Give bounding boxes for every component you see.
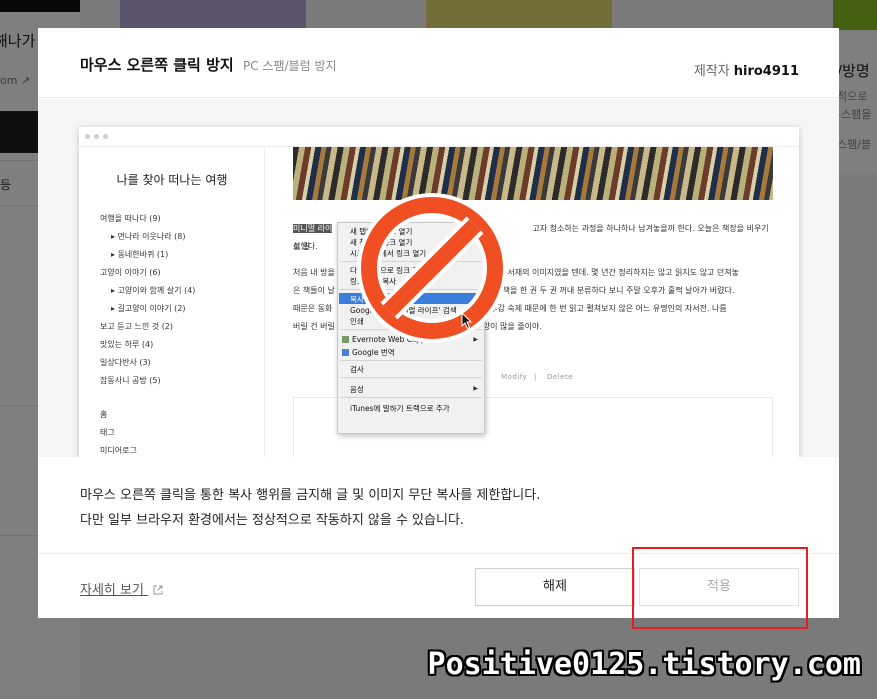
mouse-cursor-icon <box>461 312 473 330</box>
google-translate-icon <box>342 349 349 356</box>
nav-item: 태그 <box>100 428 115 437</box>
category-item: 맛있는 하루 (4) <box>100 340 154 349</box>
evernote-icon <box>342 336 349 343</box>
menu-separator <box>340 360 482 361</box>
description-line: 마우스 오른쪽 클릭을 통한 복사 행위를 금지해 글 및 이미지 무단 복사를… <box>80 488 541 503</box>
prohibited-icon <box>357 193 507 343</box>
nav-item: 홈 <box>100 410 108 419</box>
category-item: 잡동사니 공방 (5) <box>100 376 161 385</box>
blog-sidebar: 나를 찾아 떠나는 여행 여행을 떠나다 (9) ▸ 먼나라 이웃나라 (8) … <box>79 147 265 457</box>
modal-subtitle: PC 스팸/블럼 방지 <box>243 59 337 73</box>
window-dot-icon <box>85 134 90 139</box>
menu-separator <box>340 397 482 398</box>
modify-link: Modify <box>501 373 528 381</box>
category-item: 일상다반사 (3) <box>100 358 151 367</box>
modal-header: 마우스 오른쪽 클릭 방지 PC 스팸/블럼 방지 제작자 hiro4911 <box>38 28 839 98</box>
preview-area: 나를 찾아 떠나는 여행 여행을 떠나다 (9) ▸ 먼나라 이웃나라 (8) … <box>38 99 839 457</box>
highlight-annotation-box <box>632 547 808 629</box>
plugin-modal: 마우스 오른쪽 클릭 방지 PC 스팸/블럼 방지 제작자 hiro4911 나를… <box>38 28 839 618</box>
window-dot-icon <box>94 134 99 139</box>
release-button[interactable]: 해제 <box>475 568 635 606</box>
menu-item: 검사 <box>350 365 364 374</box>
watermark: Positive0125.tistory.com <box>427 647 861 682</box>
modal-title: 마우스 오른쪽 클릭 방지 <box>80 56 234 74</box>
separator: | <box>534 373 537 381</box>
author-info: 제작자 hiro4911 <box>694 60 799 79</box>
menu-separator <box>340 377 482 378</box>
category-item: ▸ 동네한바퀴 (1) <box>111 250 169 259</box>
external-link-icon <box>153 585 163 595</box>
author-name: hiro4911 <box>733 64 799 79</box>
nav-item: 미디어로그 <box>100 446 137 455</box>
preview-browser-window: 나를 찾아 떠나는 여행 여행을 떠나다 (9) ▸ 먼나라 이웃나라 (8) … <box>79 127 799 457</box>
category-item: ▸ 고양이와 함께 살기 (4) <box>111 286 196 295</box>
category-item: 여행을 떠나다 (9) <box>100 214 161 223</box>
category-item: 고양이 이야기 (6) <box>100 268 161 277</box>
selected-text: 미니멀 라이 <box>293 224 333 233</box>
submenu-arrow-icon: ▶ <box>473 385 478 392</box>
browser-title-bar <box>79 127 799 147</box>
author-label: 제작자 <box>693 64 730 79</box>
window-dot-icon <box>103 134 108 139</box>
category-item: 보고 듣고 느낀 것 (2) <box>100 322 174 331</box>
category-item: ▸ 먼나라 이웃나라 (8) <box>111 232 186 241</box>
delete-link: Delete <box>547 373 573 381</box>
menu-item: iTunes에 말하기 트랙으로 추가 <box>350 404 450 413</box>
blog-title: 나를 찾아 떠나는 여행 <box>116 173 228 187</box>
description-line: 다만 일부 브라우저 환경에서는 정상적으로 작동하지 않을 수 있습니다. <box>80 513 465 528</box>
menu-item: Google 번역 <box>342 347 395 358</box>
category-item: ▸ 길고양이 이야기 (2) <box>111 304 186 313</box>
modal-description: 마우스 오른쪽 클릭을 통한 복사 행위를 금지해 글 및 이미지 무단 복사를… <box>80 483 540 533</box>
menu-item: 음성 <box>350 385 364 394</box>
more-info-link[interactable]: 자세히 보기 <box>80 579 163 598</box>
